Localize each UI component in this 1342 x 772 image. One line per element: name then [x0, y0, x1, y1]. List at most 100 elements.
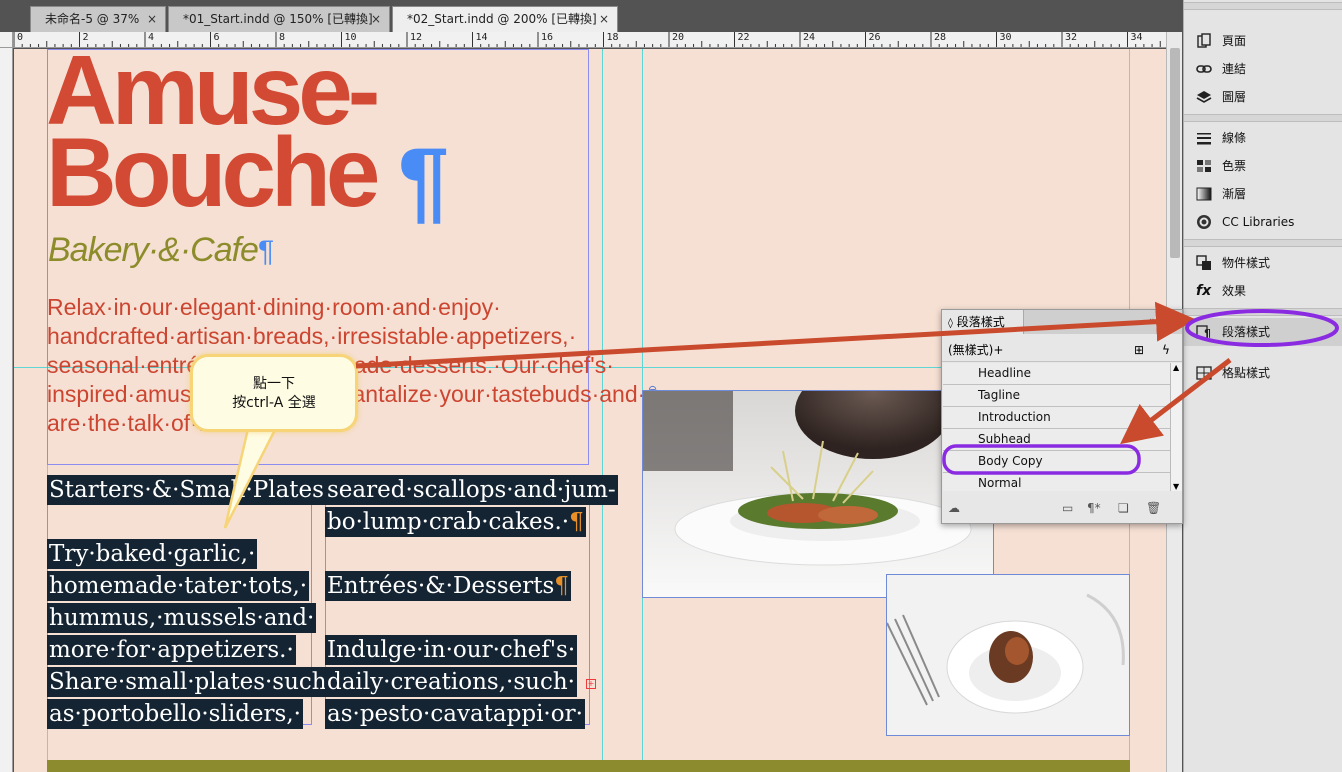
- trash-icon[interactable]: 🗑: [1146, 501, 1161, 515]
- collapse-icon[interactable]: »: [1149, 314, 1156, 327]
- body-line[interactable]: homemade·tater·tots,·: [47, 571, 310, 601]
- ruler-number: 16: [541, 32, 554, 43]
- dock-item-label: 漸層: [1222, 187, 1247, 201]
- body-line[interactable]: daily·creations,·such·: [325, 667, 577, 697]
- intro-line[interactable]: Relax·in·our·elegant·dining·room·and·enj…: [47, 293, 501, 322]
- dock-item-label: CC Libraries: [1222, 215, 1295, 229]
- ruler-number: 34: [1130, 32, 1143, 43]
- body-line[interactable]: seared·scallops·and·jum-: [325, 475, 618, 505]
- dock-item-label: 效果: [1222, 284, 1247, 298]
- panel-dock: 頁面 連結 圖層 線條 色票 漸層 CC Libraries 物件樣式 fx 效…: [1183, 0, 1342, 772]
- instruction-callout: 點一下 按ctrl-A 全選: [190, 354, 358, 432]
- new-style-icon[interactable]: ❏: [1118, 501, 1129, 515]
- dock-item-cc-libraries[interactable]: CC Libraries: [1184, 208, 1342, 236]
- tab-02-start[interactable]: *02_Start.indd @ 200% [已轉換] ×: [392, 6, 618, 33]
- body-line[interactable]: as·portobello·sliders,·: [47, 699, 303, 729]
- body-line[interactable]: as·pesto·cavatappi·or·: [325, 699, 585, 729]
- dock-item-links[interactable]: 連結: [1184, 55, 1342, 83]
- folder-icon[interactable]: ▭: [1062, 501, 1073, 515]
- style-item-introduction[interactable]: Introduction: [943, 407, 1170, 429]
- dock-item-pages[interactable]: 頁面: [1184, 27, 1342, 55]
- food-photo-small[interactable]: [886, 574, 1130, 736]
- body-line[interactable]: Try·baked·garlic,·: [47, 539, 258, 569]
- tab-label: *01_Start.indd @ 150% [已轉換]: [183, 12, 373, 26]
- tab-untitled-5[interactable]: 未命名-5 @ 37% ×: [30, 6, 166, 32]
- tagline-label: Bakery·&·Cafe: [48, 231, 259, 269]
- dock-grip[interactable]: [1184, 2, 1342, 10]
- subhead-line[interactable]: Entrées·&·Desserts¶: [325, 571, 571, 601]
- current-style-row: (無樣式)+ ⊞ ϟ: [942, 338, 1182, 362]
- close-icon[interactable]: ×: [371, 7, 381, 31]
- ruler-number: 18: [606, 32, 619, 43]
- ruler-ticks: [13, 32, 1161, 47]
- dock-item-effects[interactable]: fx 效果: [1184, 277, 1342, 305]
- horizontal-ruler[interactable]: 0 2 4 6 8 10 12 14 16 18 20 22 24 26 28 30 32 34: [0, 32, 1166, 48]
- tab-label: 未命名-5 @ 37%: [45, 12, 140, 26]
- callout-tail: [223, 420, 282, 529]
- clear-overrides-icon[interactable]: ¶*: [1087, 501, 1101, 515]
- scroll-up-icon[interactable]: ▲: [1173, 363, 1179, 372]
- ruler-number: 2: [82, 32, 89, 43]
- ruler-number: 0: [17, 32, 24, 43]
- dock-item-label: 圖層: [1222, 90, 1247, 104]
- line-text: Entrées·&·Desserts: [327, 573, 555, 599]
- pilcrow-mark: ¶: [569, 509, 584, 535]
- dock-item-gradient[interactable]: 漸層: [1184, 180, 1342, 208]
- close-icon[interactable]: ×: [599, 7, 609, 31]
- dock-item-object-styles[interactable]: 物件樣式: [1184, 249, 1342, 277]
- style-item-headline[interactable]: Headline: [943, 363, 1170, 385]
- body-line[interactable]: Share·small·plates·such·: [47, 667, 336, 697]
- style-list[interactable]: Headline Tagline Introduction Subhead Bo…: [943, 363, 1170, 491]
- dock-item-label: 連結: [1222, 62, 1247, 76]
- style-item-subhead[interactable]: Subhead: [943, 429, 1170, 451]
- tab-label: *02_Start.indd @ 200% [已轉換]: [407, 12, 597, 26]
- dock-item-grid-styles[interactable]: 格點樣式: [1184, 359, 1342, 387]
- body-line[interactable]: bo·lump·crab·cakes.·¶: [325, 507, 586, 537]
- ruler-number: 6: [213, 32, 220, 43]
- headline-line2[interactable]: Bouche: [46, 123, 380, 221]
- tagline-text[interactable]: Bakery·&·Cafe¶: [48, 231, 274, 269]
- new-style-group-icon[interactable]: ⊞: [1134, 338, 1144, 362]
- lightning-icon[interactable]: ϟ: [1162, 338, 1170, 362]
- dock-item-label: 色票: [1222, 159, 1247, 173]
- svg-text:¶: ¶: [1204, 327, 1211, 340]
- panel-tab[interactable]: ◊ 段落樣式: [942, 310, 1024, 334]
- dock-item-paragraph-styles[interactable]: ¶ 段落樣式: [1184, 318, 1342, 346]
- tab-01-start[interactable]: *01_Start.indd @ 150% [已轉換] ×: [168, 6, 390, 32]
- ruler-number: 8: [279, 32, 286, 43]
- dock-item-layers[interactable]: 圖層: [1184, 83, 1342, 111]
- body-line[interactable]: more·for·appetizers.·: [47, 635, 296, 665]
- intro-line[interactable]: handcrafted·artisan·breads,·irresistable…: [47, 322, 576, 351]
- dock-item-label: 段落樣式: [1222, 325, 1271, 339]
- vertical-ruler[interactable]: [0, 48, 13, 772]
- body-line[interactable]: hummus,·mussels·and·: [47, 603, 317, 633]
- paragraph-styles-panel[interactable]: » ◊ 段落樣式 (無樣式)+ ⊞ ϟ Headline Tagline Int…: [941, 309, 1183, 524]
- current-style-label: (無樣式)+: [948, 343, 1004, 357]
- dock-item-label: 格點樣式: [1222, 366, 1271, 380]
- dock-grip[interactable]: [1184, 308, 1342, 316]
- pilcrow-mark: ¶: [398, 130, 450, 232]
- column-guide: [602, 49, 603, 772]
- cloud-icon[interactable]: ☁: [948, 501, 960, 515]
- style-item-body-copy[interactable]: Body Copy: [943, 451, 1170, 473]
- subhead-line[interactable]: Starters·&·Small·Plates¶: [47, 475, 341, 505]
- overset-text-indicator[interactable]: +: [586, 679, 596, 689]
- body-line[interactable]: Indulge·in·our·chef's·: [325, 635, 578, 665]
- dock-item-stroke[interactable]: 線條: [1184, 124, 1342, 152]
- pilcrow-mark: ¶: [554, 573, 569, 599]
- dock-item-swatches[interactable]: 色票: [1184, 152, 1342, 180]
- style-item-normal[interactable]: Normal: [943, 473, 1170, 491]
- style-list-scrollbar[interactable]: ▲ ▼: [1170, 363, 1182, 491]
- style-item-tagline[interactable]: Tagline: [943, 385, 1170, 407]
- ruler-origin[interactable]: [0, 32, 13, 48]
- scroll-down-icon[interactable]: ▼: [1173, 482, 1179, 491]
- links-icon: [1196, 65, 1212, 73]
- close-icon[interactable]: ×: [147, 7, 157, 31]
- dock-grip[interactable]: [1184, 239, 1342, 247]
- dock-grip[interactable]: [1184, 114, 1342, 122]
- ruler-number: 20: [672, 32, 685, 43]
- dock-item-label: 線條: [1222, 131, 1247, 145]
- ruler-number: 24: [803, 32, 816, 43]
- tab-arrows-icon: ◊: [948, 318, 953, 329]
- scrollbar-thumb[interactable]: [1170, 48, 1180, 258]
